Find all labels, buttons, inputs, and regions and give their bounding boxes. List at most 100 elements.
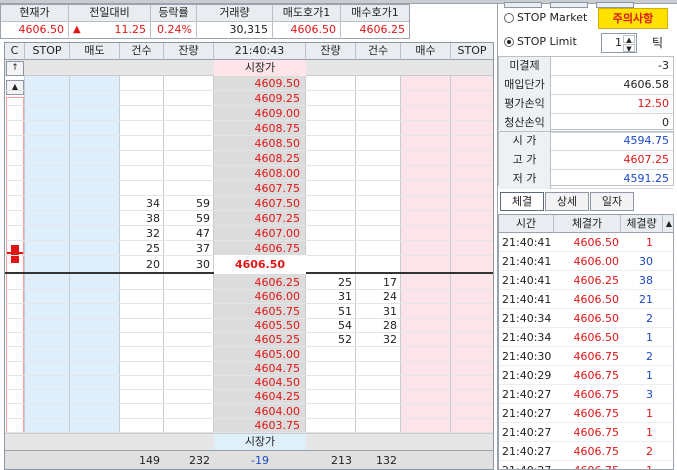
info-row: 매입단가 4606.58 <box>499 76 673 95</box>
tick-up-icon[interactable]: ▲ <box>623 35 635 44</box>
col-stop-buy: STOP <box>451 43 493 60</box>
info-row: 저 가 4591.25 <box>499 170 673 189</box>
ask-price-cell[interactable]: 4607.50 <box>214 196 306 211</box>
total-diff: -19 <box>251 454 269 467</box>
bid-price-cell[interactable]: 4606.00 <box>214 290 306 304</box>
info-label: 평가손익 <box>499 95 551 114</box>
bid-row: 4603.75 <box>5 419 493 433</box>
info-value: 4594.75 <box>623 134 670 147</box>
ask-qty: 37 <box>196 242 210 255</box>
bid-count: 24 <box>383 290 397 304</box>
bid-price-cell[interactable]: 4603.75 <box>214 419 306 433</box>
market-row-bottom: 시장가 <box>5 433 493 451</box>
ask-price-cell[interactable]: 4608.00 <box>214 166 306 181</box>
trade-header-price: 체결가 <box>554 215 621 233</box>
tick-value: 1 <box>615 36 622 49</box>
bid-price-cell[interactable]: 4604.50 <box>214 376 306 390</box>
ask1-value: 4606.50 <box>273 22 341 39</box>
trade-price: 4606.75 <box>573 407 620 420</box>
current-price-cell[interactable]: 4606.50 <box>214 255 306 274</box>
trade-qty: 3 <box>646 388 653 401</box>
header-ask1: 매도호가1 <box>273 5 341 22</box>
ask-price-cell[interactable]: 4607.25 <box>214 211 306 226</box>
info-row: 평가손익 12.50 <box>499 95 673 114</box>
info-label: 시 가 <box>499 132 551 151</box>
total-bid-count: 132 <box>376 454 397 467</box>
scroll-up-button[interactable]: ↑ <box>6 61 24 76</box>
totals-row: 149 232 -19 213 132 <box>5 450 493 469</box>
ask-price-cell[interactable]: 4609.25 <box>214 91 306 106</box>
trade-price: 4606.75 <box>573 426 620 439</box>
tick-spinner[interactable]: 1 ▲ ▼ <box>601 33 637 53</box>
ask-price-cell[interactable]: 4607.00 <box>214 226 306 241</box>
ask-count: 25 <box>146 242 160 255</box>
bid-price-cell[interactable]: 4604.00 <box>214 405 306 419</box>
col-bid-count: 건수 <box>356 43 401 60</box>
info-label: 저 가 <box>499 170 551 189</box>
trade-scroll-up-icon[interactable]: ▲ <box>663 215 673 233</box>
trade-time: 21:40:27 <box>502 388 552 401</box>
ask-price-cell[interactable]: 4609.00 <box>214 106 306 121</box>
ask-price-cell[interactable]: 4608.75 <box>214 121 306 136</box>
trade-header-time: 시간 <box>499 215 554 233</box>
clear-button[interactable]: C <box>5 43 25 60</box>
trade-row: 21:40:274606.751 <box>499 404 673 423</box>
current-ask-count: 20 <box>146 258 160 271</box>
trade-row: 21:40:274606.751 <box>499 461 673 469</box>
ask-row: 4607.00 32 47 <box>5 226 493 241</box>
header-current: 현재가 <box>1 5 69 22</box>
trade-time: 21:40:27 <box>502 445 552 458</box>
trade-price: 4606.00 <box>573 255 620 268</box>
trade-row: 21:40:41 4606.50 21 <box>499 290 673 309</box>
total-ask-qty: 232 <box>189 454 210 467</box>
total-bid-qty: 213 <box>331 454 352 467</box>
market-price-top[interactable]: 시장가 <box>214 60 306 76</box>
bid-price-cell[interactable]: 4606.25 <box>214 276 306 290</box>
stop-limit-radio[interactable] <box>504 37 514 47</box>
bid-count: 17 <box>383 276 397 289</box>
bid-price-cell[interactable]: 4604.75 <box>214 362 306 376</box>
bid-price-cell[interactable]: 4605.00 <box>214 348 306 362</box>
ask-price-cell[interactable]: 4609.50 <box>214 76 306 91</box>
top-tab-left[interactable] <box>504 2 542 8</box>
ask-qty: 59 <box>196 197 210 210</box>
trade-qty: 2 <box>646 350 653 363</box>
bid-price-cell[interactable]: 4605.50 <box>214 319 306 333</box>
info-value: 4607.25 <box>623 153 670 166</box>
notice-button[interactable]: 주의사항 <box>598 8 668 29</box>
bid-qty: 51 <box>338 304 352 318</box>
ask-price-cell[interactable]: 4608.50 <box>214 136 306 151</box>
up-arrow-icon: ▲ <box>73 24 81 35</box>
tab-detail[interactable]: 상세 <box>545 192 589 211</box>
top-tab-mid[interactable] <box>550 2 588 8</box>
tick-down-icon[interactable]: ▼ <box>623 44 635 53</box>
col-time: 21:40:43 <box>214 43 306 60</box>
bid-price-cell[interactable]: 4605.75 <box>214 305 306 319</box>
stop-market-radio[interactable] <box>504 13 514 23</box>
trade-time: 21:40:41 <box>502 274 552 287</box>
stop-market-label: STOP Market <box>517 11 588 24</box>
trade-qty: 1 <box>619 461 653 469</box>
ask-price-cell[interactable]: 4607.75 <box>214 181 306 196</box>
trade-row: 21:40:41 4606.25 38 <box>499 271 673 290</box>
ask-price-cell[interactable]: 4606.75 <box>214 241 306 256</box>
trade-row: 21:40:34 4606.50 1 <box>499 328 673 347</box>
trade-price: 4606.75 <box>573 350 620 363</box>
trade-header-qty: 체결량 <box>621 215 663 233</box>
market-price-bottom[interactable]: 시장가 <box>214 434 306 451</box>
info-row: 미결제 -3 <box>499 57 673 76</box>
trade-row: 21:40:274606.751 <box>499 423 673 442</box>
tab-daily[interactable]: 일자 <box>590 192 634 211</box>
info-label: 고 가 <box>499 151 551 170</box>
volume-value: 30,315 <box>197 22 273 39</box>
ask-price-cell[interactable]: 4608.25 <box>214 151 306 166</box>
trade-row: 21:40:34 4606.50 2 <box>499 309 673 328</box>
bid-price-cell[interactable]: 4604.25 <box>214 390 306 404</box>
trade-qty: 21 <box>639 293 653 306</box>
tab-trades[interactable]: 체결 <box>500 192 544 211</box>
trade-row: 21:40:41 4606.00 30 <box>499 252 673 271</box>
trade-qty: 30 <box>639 255 653 268</box>
header-change: 전일대비 <box>69 5 151 22</box>
bid-price-cell[interactable]: 4605.25 <box>214 333 306 347</box>
trade-time: 21:40:34 <box>502 312 552 325</box>
